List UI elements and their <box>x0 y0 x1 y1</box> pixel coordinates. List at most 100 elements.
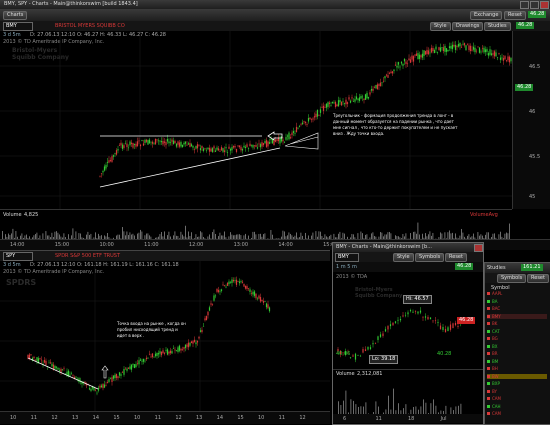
charts-tab[interactable]: Charts <box>3 11 27 20</box>
top-volume-pane[interactable]: Volume 4,825 VolumeAvg <box>0 209 512 240</box>
candle-body <box>219 151 220 152</box>
bottom-tab-symbol: SPDR S&P 500 ETF TRUST <box>55 253 120 259</box>
candle-body <box>321 107 322 108</box>
volume-bar <box>393 389 394 415</box>
watchlist-row[interactable]: BW <box>487 374 547 379</box>
time-tick: 12 <box>51 415 57 421</box>
candle-body <box>445 329 446 332</box>
candle-body <box>107 162 108 163</box>
candle-body <box>156 353 157 356</box>
studies-button[interactable]: Studies <box>484 22 511 31</box>
popup-reset-button[interactable]: Reset <box>445 253 467 262</box>
candle-body <box>198 337 199 339</box>
popup-close-button[interactable] <box>474 244 483 252</box>
candle-body <box>393 69 394 71</box>
watchlist-row[interactable]: BAC <box>487 306 547 311</box>
candle-body <box>41 360 42 361</box>
popup-style-button[interactable]: Style <box>393 253 414 262</box>
candle-body <box>264 301 265 302</box>
watchlist-row[interactable]: BX <box>487 344 547 349</box>
candle-body <box>422 54 423 58</box>
time-tick: 11 <box>31 415 37 421</box>
candle-body <box>260 144 261 147</box>
watchlist-symbol: BAC <box>492 306 500 311</box>
bottom-chart-area[interactable]: 3 d 5m D: 27.06.13 12:10 O: 161.18 H: 16… <box>0 261 330 411</box>
candle-body <box>450 46 451 49</box>
candle-body <box>114 375 115 378</box>
candle-body <box>110 378 111 379</box>
candle-body <box>355 354 356 360</box>
candle-body <box>305 122 306 123</box>
bottom-symbol-input[interactable]: SPY <box>3 252 33 261</box>
studies-panel[interactable]: Studies 161.21 Symbols Reset Symbol AAPL… <box>484 262 550 425</box>
candle-body <box>315 114 316 117</box>
top-symbol-input[interactable]: BMY <box>3 22 33 31</box>
drawings-button[interactable]: Drawings <box>452 22 483 31</box>
maximize-button[interactable] <box>530 1 539 9</box>
candle-body <box>156 139 157 140</box>
candle-body <box>386 75 387 76</box>
watchlist-row[interactable]: BH <box>487 366 547 371</box>
candle-body <box>467 45 468 46</box>
candle-body <box>425 316 426 317</box>
reset-button[interactable]: Reset <box>504 11 526 20</box>
watchlist-row[interactable]: AAPL <box>487 291 547 296</box>
candle-body <box>173 348 174 349</box>
candle-body <box>320 109 321 113</box>
downtrend-line <box>28 358 98 389</box>
candle-body <box>195 342 196 344</box>
candle-body <box>429 53 430 54</box>
candle-body <box>494 51 495 56</box>
candle-body <box>296 127 297 132</box>
popup-chart-window[interactable]: BMY - Charts - Main@thinkorswim [b... BM… <box>332 242 484 425</box>
popup-volume-pane[interactable]: Volume 2,312,081 <box>333 369 483 415</box>
candle-body <box>69 375 70 376</box>
watchlist-row[interactable]: BY <box>487 389 547 394</box>
candle-body <box>129 366 130 368</box>
candle-body <box>128 368 129 369</box>
candle-body <box>113 376 114 379</box>
watchlist-row[interactable]: BMY <box>487 314 547 319</box>
watchlist-row[interactable]: CAH <box>487 404 547 409</box>
popup-symbol-input[interactable]: BMY <box>335 253 359 262</box>
popup-symbols-button[interactable]: Symbols <box>415 253 444 262</box>
candle-body <box>452 45 453 49</box>
top-price-scale[interactable]: 46.5 46 45.5 45 46.28 <box>512 31 550 209</box>
candle-body <box>435 47 436 50</box>
candle-body <box>497 57 498 58</box>
candle-body <box>123 145 124 148</box>
exchange-button[interactable]: Exchange <box>470 11 502 20</box>
candle-body <box>203 326 204 327</box>
watchlist-row[interactable]: BK <box>487 321 547 326</box>
candle-body <box>302 123 303 125</box>
candle-body <box>446 48 447 52</box>
watchlist-row[interactable]: CAM <box>487 411 547 416</box>
studies-symbols-button[interactable]: Symbols <box>497 274 526 283</box>
candle-body <box>132 364 133 365</box>
volume-bar <box>388 396 389 415</box>
watchlist-row[interactable]: BXP <box>487 381 547 386</box>
watchlist-row[interactable]: BA <box>487 299 547 304</box>
studies-reset-button[interactable]: Reset <box>527 274 549 283</box>
watchlist-row[interactable]: CAM <box>487 396 547 401</box>
candle-body <box>266 303 267 307</box>
minimize-button[interactable] <box>520 1 529 9</box>
watchlist-symbol: BW <box>492 374 499 379</box>
candle-body <box>188 343 189 348</box>
candle-body <box>422 317 423 318</box>
watchlist-row[interactable]: BM <box>487 359 547 364</box>
watchlist-symbol: BA <box>492 299 497 304</box>
watchlist-row[interactable]: BG <box>487 336 547 341</box>
watchlist-symbol: CAH <box>492 404 501 409</box>
close-button[interactable] <box>540 1 549 9</box>
candle-body <box>432 48 433 51</box>
watchlist-row[interactable]: BR <box>487 351 547 356</box>
style-button[interactable]: Style <box>430 22 451 31</box>
candle-body <box>308 118 309 121</box>
watchlist-row[interactable]: CAT <box>487 329 547 334</box>
candle-body <box>230 282 231 283</box>
top-chart-area[interactable]: 3 d 5m D: 27.06.13 12:10 O: 46.27 H: 46.… <box>0 31 512 209</box>
time-tick: 14:00 <box>10 242 24 248</box>
candle-body <box>56 367 57 368</box>
candle-body <box>125 144 126 145</box>
